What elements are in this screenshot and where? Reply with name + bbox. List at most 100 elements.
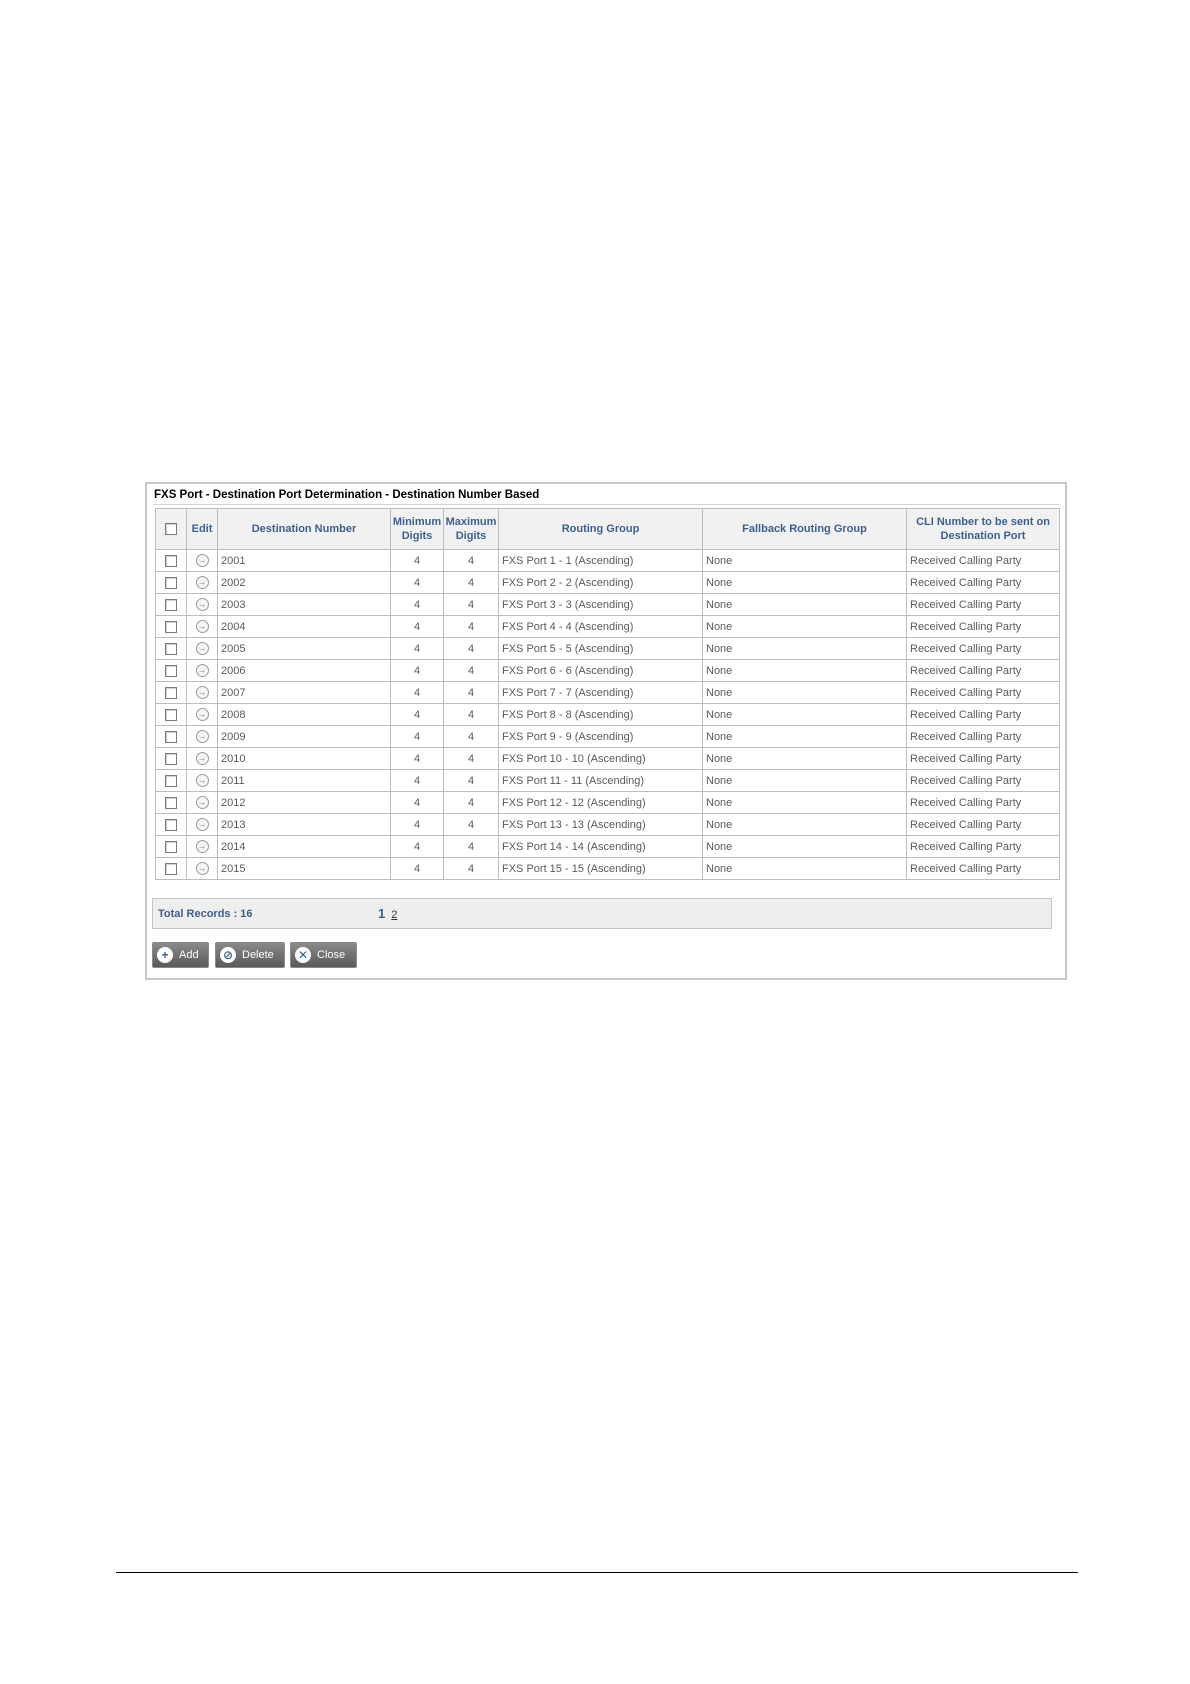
row-edit-cell: → bbox=[186, 681, 218, 704]
arrow-right-circle-icon[interactable]: → bbox=[195, 730, 209, 743]
row-checkbox-cell bbox=[155, 571, 187, 594]
arrow-right-circle-icon[interactable]: → bbox=[195, 840, 209, 853]
arrow-right-circle-icon[interactable]: → bbox=[195, 664, 209, 677]
arrow-right-circle-icon[interactable]: → bbox=[195, 598, 209, 611]
row-checkbox[interactable] bbox=[165, 620, 177, 633]
row-checkbox[interactable] bbox=[165, 708, 177, 721]
table-row: → 2014 4 4 FXS Port 14 - 14 (Ascending) None R… bbox=[155, 835, 1060, 858]
cell-destination-number: 2001 bbox=[217, 549, 391, 572]
row-edit-cell: → bbox=[186, 769, 218, 792]
add-button[interactable]: + Add bbox=[152, 942, 209, 968]
row-edit-cell: → bbox=[186, 549, 218, 572]
row-checkbox[interactable] bbox=[165, 840, 177, 853]
column-header-fallback-routing-group[interactable]: Fallback Routing Group bbox=[702, 508, 907, 550]
row-checkbox[interactable] bbox=[165, 752, 177, 765]
row-checkbox[interactable] bbox=[165, 862, 177, 875]
column-header-destination-number[interactable]: Destination Number bbox=[217, 508, 391, 550]
cell-cli-number: Received Calling Party bbox=[906, 549, 1060, 572]
close-button[interactable]: ✕ Close bbox=[290, 942, 357, 968]
cell-cli-number: Received Calling Party bbox=[906, 593, 1060, 616]
cell-fallback-routing-group: None bbox=[702, 593, 907, 616]
cell-maximum-digits: 4 bbox=[443, 813, 499, 836]
cell-routing-group: FXS Port 3 - 3 (Ascending) bbox=[498, 593, 703, 616]
cell-routing-group: FXS Port 12 - 12 (Ascending) bbox=[498, 791, 703, 814]
cell-cli-number: Received Calling Party bbox=[906, 747, 1060, 770]
select-all-checkbox[interactable] bbox=[165, 523, 177, 536]
arrow-right-circle-icon[interactable]: → bbox=[195, 862, 209, 875]
cell-cli-number: Received Calling Party bbox=[906, 791, 1060, 814]
cell-destination-number: 2013 bbox=[217, 813, 391, 836]
arrow-right-circle-icon[interactable]: → bbox=[195, 818, 209, 831]
cell-minimum-digits: 4 bbox=[390, 549, 444, 572]
cell-routing-group: FXS Port 14 - 14 (Ascending) bbox=[498, 835, 703, 858]
cell-cli-number: Received Calling Party bbox=[906, 813, 1060, 836]
cell-routing-group: FXS Port 10 - 10 (Ascending) bbox=[498, 747, 703, 770]
row-checkbox[interactable] bbox=[165, 774, 177, 787]
row-checkbox[interactable] bbox=[165, 576, 177, 589]
cell-minimum-digits: 4 bbox=[390, 681, 444, 704]
current-page: 1 bbox=[378, 906, 386, 921]
arrow-right-circle-icon[interactable]: → bbox=[195, 554, 209, 567]
row-checkbox[interactable] bbox=[165, 642, 177, 655]
cell-minimum-digits: 4 bbox=[390, 637, 444, 660]
destination-number-panel: FXS Port - Destination Port Determinatio… bbox=[145, 482, 1067, 980]
arrow-right-circle-icon[interactable]: → bbox=[195, 620, 209, 633]
prohibited-icon: ⊘ bbox=[220, 947, 236, 963]
column-header-minimum-digits[interactable]: Minimum Digits bbox=[390, 508, 444, 550]
arrow-right-circle-icon[interactable]: → bbox=[195, 686, 209, 699]
row-checkbox[interactable] bbox=[165, 598, 177, 611]
cell-maximum-digits: 4 bbox=[443, 747, 499, 770]
table-row: → 2012 4 4 FXS Port 12 - 12 (Ascending) None R… bbox=[155, 791, 1060, 814]
row-edit-cell: → bbox=[186, 857, 218, 880]
column-header-edit: Edit bbox=[186, 508, 218, 550]
row-checkbox-cell bbox=[155, 681, 187, 704]
arrow-right-circle-icon[interactable]: → bbox=[195, 752, 209, 765]
page-footer-rule bbox=[116, 1572, 1078, 1573]
page-link-2[interactable]: 2 bbox=[391, 909, 397, 921]
arrow-right-circle-icon[interactable]: → bbox=[195, 774, 209, 787]
row-checkbox[interactable] bbox=[165, 554, 177, 567]
row-checkbox[interactable] bbox=[165, 796, 177, 809]
table-row: → 2002 4 4 FXS Port 2 - 2 (Ascending) None Rec… bbox=[155, 571, 1060, 594]
table-row: → 2003 4 4 FXS Port 3 - 3 (Ascending) None Rec… bbox=[155, 593, 1060, 616]
table-row: → 2010 4 4 FXS Port 10 - 10 (Ascending) None R… bbox=[155, 747, 1060, 770]
cell-destination-number: 2012 bbox=[217, 791, 391, 814]
arrow-right-circle-icon[interactable]: → bbox=[195, 708, 209, 721]
row-checkbox-cell bbox=[155, 747, 187, 770]
table-row: → 2007 4 4 FXS Port 7 - 7 (Ascending) None Rec… bbox=[155, 681, 1060, 704]
arrow-right-circle-icon[interactable]: → bbox=[195, 796, 209, 809]
row-checkbox-cell bbox=[155, 791, 187, 814]
column-header-routing-group[interactable]: Routing Group bbox=[498, 508, 703, 550]
cell-destination-number: 2007 bbox=[217, 681, 391, 704]
row-edit-cell: → bbox=[186, 813, 218, 836]
cell-cli-number: Received Calling Party bbox=[906, 615, 1060, 638]
row-checkbox[interactable] bbox=[165, 664, 177, 677]
cell-maximum-digits: 4 bbox=[443, 725, 499, 748]
delete-button[interactable]: ⊘ Delete bbox=[215, 942, 285, 968]
column-header-cli-number[interactable]: CLI Number to be sent on Destination Por… bbox=[906, 508, 1060, 550]
row-checkbox[interactable] bbox=[165, 686, 177, 699]
cell-minimum-digits: 4 bbox=[390, 593, 444, 616]
cell-destination-number: 2011 bbox=[217, 769, 391, 792]
cell-maximum-digits: 4 bbox=[443, 615, 499, 638]
table-row: → 2015 4 4 FXS Port 15 - 15 (Ascending) None R… bbox=[155, 857, 1060, 880]
cell-minimum-digits: 4 bbox=[390, 791, 444, 814]
close-button-label: Close bbox=[317, 949, 346, 961]
row-checkbox[interactable] bbox=[165, 730, 177, 743]
column-header-maximum-digits[interactable]: Maximum Digits bbox=[443, 508, 499, 550]
row-checkbox-cell bbox=[155, 615, 187, 638]
cell-fallback-routing-group: None bbox=[702, 681, 907, 704]
cell-maximum-digits: 4 bbox=[443, 681, 499, 704]
total-records: Total Records : 16 bbox=[158, 908, 253, 920]
arrow-right-circle-icon[interactable]: → bbox=[195, 576, 209, 589]
row-edit-cell: → bbox=[186, 593, 218, 616]
arrow-right-circle-icon[interactable]: → bbox=[195, 642, 209, 655]
row-edit-cell: → bbox=[186, 659, 218, 682]
cell-cli-number: Received Calling Party bbox=[906, 571, 1060, 594]
row-checkbox[interactable] bbox=[165, 818, 177, 831]
cell-minimum-digits: 4 bbox=[390, 703, 444, 726]
cell-fallback-routing-group: None bbox=[702, 857, 907, 880]
cell-fallback-routing-group: None bbox=[702, 659, 907, 682]
cell-routing-group: FXS Port 2 - 2 (Ascending) bbox=[498, 571, 703, 594]
table-row: → 2004 4 4 FXS Port 4 - 4 (Ascending) None Rec… bbox=[155, 615, 1060, 638]
